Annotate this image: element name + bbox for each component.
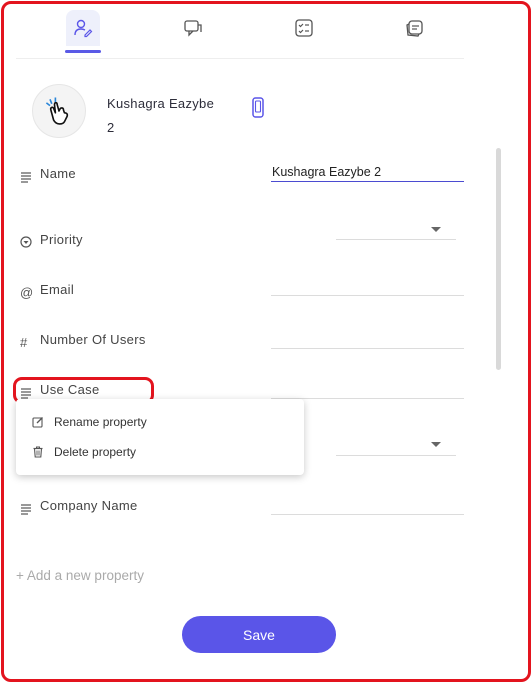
checklist-icon <box>295 19 313 37</box>
hidden-field-select[interactable] <box>336 455 456 456</box>
property-label-email[interactable]: Email <box>40 282 74 297</box>
priority-select-caret[interactable] <box>431 227 441 232</box>
active-tab-indicator <box>65 50 101 53</box>
trash-icon <box>33 446 43 458</box>
tab-bar <box>0 0 532 60</box>
hidden-field-select-caret[interactable] <box>431 442 441 447</box>
property-label-number-of-users[interactable]: Number Of Users <box>40 332 146 347</box>
add-new-property-link[interactable]: + Add a new property <box>16 568 144 583</box>
number-of-users-input[interactable] <box>271 348 464 349</box>
text-lines-icon <box>21 504 31 515</box>
property-label-priority[interactable]: Priority <box>40 232 83 247</box>
text-lines-icon <box>21 172 31 183</box>
avatar[interactable] <box>32 84 86 138</box>
save-button[interactable]: Save <box>182 616 336 653</box>
at-sign-icon: @ <box>20 285 34 300</box>
tab-messages[interactable] <box>176 10 210 46</box>
contact-name: Kushagra Eazybe 2 <box>107 96 215 135</box>
email-input[interactable] <box>271 295 464 296</box>
chat-monitor-icon <box>184 20 202 37</box>
name-input[interactable]: Kushagra Eazybe 2 <box>272 165 381 179</box>
delete-property-label: Delete property <box>54 445 137 459</box>
snap-hand-icon <box>45 97 69 125</box>
dropdown-circle-icon <box>20 236 32 248</box>
tab-tasks[interactable] <box>287 10 321 46</box>
rename-property-label: Rename property <box>54 415 147 429</box>
notes-icon <box>406 20 423 37</box>
property-label-company-name[interactable]: Company Name <box>40 498 138 513</box>
divider <box>16 58 464 59</box>
company-name-input[interactable] <box>271 514 464 515</box>
property-context-menu: Rename property Delete property <box>16 399 304 475</box>
scrollbar[interactable] <box>496 148 501 370</box>
delete-property-menu-item[interactable]: Delete property <box>16 437 304 467</box>
user-edit-icon <box>74 19 93 38</box>
tab-contact[interactable] <box>66 10 100 46</box>
priority-select[interactable] <box>336 239 456 240</box>
property-label-name[interactable]: Name <box>40 166 76 181</box>
edit-icon <box>32 417 43 428</box>
hash-icon: # <box>20 335 28 350</box>
rename-property-menu-item[interactable]: Rename property <box>16 407 304 437</box>
phone-icon[interactable] <box>251 97 265 119</box>
tab-notes[interactable] <box>397 10 431 46</box>
name-input-underline <box>271 181 464 182</box>
